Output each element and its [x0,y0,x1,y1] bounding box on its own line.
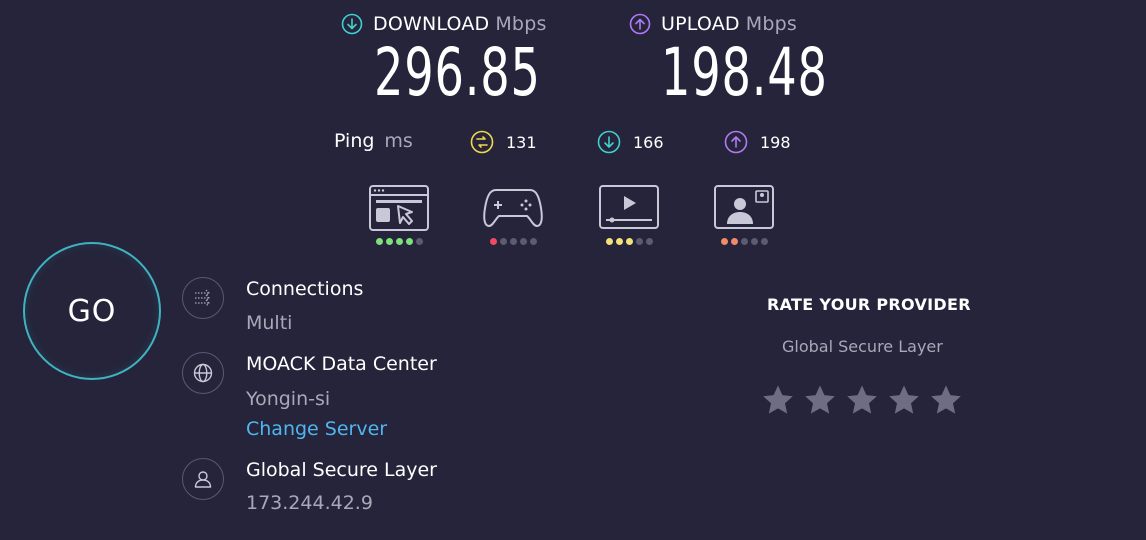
download-label: DOWNLOAD [373,13,490,35]
rate-provider-name: Global Secure Layer [782,337,943,356]
provider-ip: 173.244.42.9 [246,492,373,514]
rating-dot [720,238,728,245]
go-button[interactable]: GO [23,242,161,380]
server-title: MOACK Data Center [246,353,437,375]
rating-dot [605,238,613,245]
ping-idle-value: 131 [506,132,537,152]
app-web-browsing [368,184,430,245]
ping-header: Ping ms [334,130,413,152]
star-icon[interactable] [888,384,920,416]
connections-title: Connections [246,278,364,300]
idle-latency-icon [470,130,494,154]
upload-arrow-icon [629,13,651,35]
ping-download-value: 166 [633,132,664,152]
rate-title: RATE YOUR PROVIDER [767,295,971,314]
change-server-link[interactable]: Change Server [246,418,387,440]
rating-dot [750,238,758,245]
star-icon[interactable] [846,384,878,416]
video-streaming-rating [598,238,660,245]
gamepad-icon [483,189,543,227]
video-streaming-icon [599,185,659,229]
app-video-streaming [598,184,660,245]
rating-dot [740,238,748,245]
app-gaming [482,184,544,245]
rating-dot [499,238,507,245]
upload-header: UPLOAD Mbps [629,13,797,35]
rating-dot [509,238,517,245]
rating-dot [385,238,393,245]
rating-dot [489,238,497,245]
rating-dot [405,238,413,245]
app-video-chat [713,184,775,245]
upload-latency-icon [724,130,748,154]
ping-label: Ping [334,130,375,152]
rating-dot [730,238,738,245]
rating-dot [519,238,527,245]
upload-label: UPLOAD [661,13,740,35]
user-icon [182,458,224,500]
connections-icon [182,277,224,319]
download-latency-icon [597,130,621,154]
download-header: DOWNLOAD Mbps [341,13,547,35]
upload-unit: Mbps [745,13,797,35]
ping-idle: 131 [470,130,537,154]
rating-dot [760,238,768,245]
ping-download: 166 [597,130,664,154]
rating-dot [415,238,423,245]
rating-dot [375,238,383,245]
rating-dot [645,238,653,245]
server-location: Yongin-si [246,388,331,410]
ping-upload: 198 [724,130,791,154]
ping-upload-value: 198 [760,132,791,152]
download-arrow-icon [341,13,363,35]
rating-dot [625,238,633,245]
ping-unit: ms [384,130,413,152]
star-icon[interactable] [804,384,836,416]
download-unit: Mbps [495,13,547,35]
upload-value: 198.48 [661,34,828,111]
gaming-rating [482,238,544,245]
connections-value: Multi [246,312,293,334]
star-rating [762,384,962,416]
web-browsing-icon [369,185,429,231]
star-icon[interactable] [762,384,794,416]
video-chat-icon [714,185,774,229]
globe-icon [182,352,224,394]
rating-dot [529,238,537,245]
rating-dot [395,238,403,245]
web-browsing-rating [368,238,430,245]
provider-title: Global Secure Layer [246,459,437,481]
rating-dot [635,238,643,245]
download-value: 296.85 [374,34,541,111]
video-chat-rating [713,238,775,245]
rating-dot [615,238,623,245]
star-icon[interactable] [930,384,962,416]
